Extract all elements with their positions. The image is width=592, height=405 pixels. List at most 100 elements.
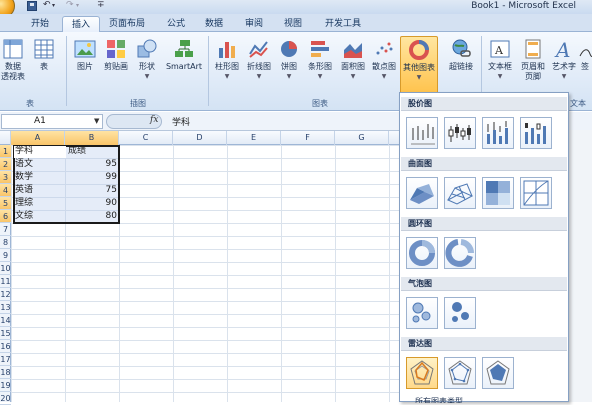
cell-a1[interactable]: 学科 — [15, 145, 33, 158]
name-box[interactable]: A1 — [1, 114, 103, 129]
row-header[interactable]: 5 — [0, 197, 11, 210]
text-box-button[interactable]: A 文本框 ▼ — [484, 36, 516, 94]
redo-dropdown-icon[interactable]: ▾ — [76, 2, 79, 9]
row-header[interactable]: 2 — [0, 158, 11, 171]
column-header[interactable]: B — [65, 131, 119, 145]
formula-input[interactable]: 学科 — [172, 115, 190, 128]
column-header[interactable]: F — [281, 131, 335, 145]
cell-score[interactable]: 90 — [65, 197, 117, 210]
tab-formulas[interactable]: 公式 — [158, 16, 194, 32]
pivot-table-button[interactable]: 数据 透视表 — [0, 36, 30, 94]
wordart-button[interactable]: A 艺术字 ▼ — [550, 36, 578, 94]
tab-view[interactable]: 视图 — [275, 16, 311, 32]
row-header[interactable]: 20 — [0, 392, 11, 405]
row-header[interactable]: 8 — [0, 236, 11, 249]
stock-chart-volume-ohlc[interactable] — [520, 117, 552, 149]
tab-insert[interactable]: 插入 — [62, 16, 101, 32]
stock-chart-volume-hlc[interactable] — [482, 117, 514, 149]
row-header[interactable]: 10 — [0, 262, 11, 275]
tab-page-layout[interactable]: 页面布局 — [100, 16, 154, 32]
chevron-down-icon: ▼ — [144, 73, 150, 80]
clip-art-button[interactable]: 剪贴画 — [100, 36, 132, 94]
radar-chart-markers[interactable] — [444, 357, 476, 389]
signature-button[interactable]: 签 — [578, 36, 592, 94]
insert-function-icon[interactable]: fx — [150, 115, 158, 125]
section-bubble: 气泡图 — [401, 277, 567, 291]
svg-text:A: A — [554, 38, 570, 60]
cell-score[interactable]: 99 — [65, 171, 117, 184]
stock-chart-hlc[interactable] — [406, 117, 438, 149]
tab-data[interactable]: 数据 — [196, 16, 232, 32]
tab-developer[interactable]: 开发工具 — [316, 16, 370, 32]
row-header[interactable]: 1 — [0, 145, 11, 158]
save-icon[interactable] — [27, 1, 37, 11]
smartart-button[interactable]: SmartArt — [162, 36, 206, 94]
row-header[interactable]: 16 — [0, 340, 11, 353]
cell-subject[interactable]: 理综 — [15, 197, 33, 210]
tab-home[interactable]: 开始 — [22, 16, 58, 32]
row-header[interactable]: 14 — [0, 314, 11, 327]
group-label-text: 文本 — [570, 99, 586, 108]
pie-chart-button[interactable]: 饼图 ▼ — [277, 36, 301, 94]
row-header[interactable]: 18 — [0, 366, 11, 379]
row-header[interactable]: 6 — [0, 210, 11, 223]
cell-b1[interactable]: 成绩 — [68, 145, 86, 158]
chevron-down-icon[interactable]: ▼ — [94, 117, 99, 125]
redo-icon[interactable]: ↷ — [66, 0, 74, 10]
row-header[interactable]: 11 — [0, 275, 11, 288]
surface-chart-contour[interactable] — [482, 177, 514, 209]
bubble-chart-3d[interactable] — [444, 297, 476, 329]
radar-chart[interactable] — [406, 357, 438, 389]
row-header[interactable]: 17 — [0, 353, 11, 366]
column-header[interactable]: E — [227, 131, 281, 145]
pie-chart-label: 饼图 — [281, 62, 297, 71]
column-chart-button[interactable]: 柱形图 ▼ — [212, 36, 242, 94]
doughnut-chart[interactable] — [406, 237, 438, 269]
cell-subject[interactable]: 英语 — [15, 184, 33, 197]
cell-score[interactable]: 95 — [65, 158, 117, 171]
cell-subject[interactable]: 语文 — [15, 158, 33, 171]
scatter-chart-button[interactable]: 散点图 ▼ — [369, 36, 399, 94]
row-header[interactable]: 13 — [0, 301, 11, 314]
row-header[interactable]: 9 — [0, 249, 11, 262]
row-header[interactable]: 7 — [0, 223, 11, 236]
row-header[interactable]: 3 — [0, 171, 11, 184]
line-chart-button[interactable]: 折线图 ▼ — [243, 36, 275, 94]
undo-icon[interactable]: ↶ — [43, 0, 51, 10]
column-chart-label: 柱形图 — [215, 62, 239, 71]
shapes-label: 形状 — [139, 62, 155, 71]
column-header[interactable]: G — [335, 131, 389, 145]
stock-chart-ohlc[interactable] — [444, 117, 476, 149]
exploded-doughnut-chart[interactable] — [444, 237, 476, 269]
select-all-corner[interactable] — [0, 131, 11, 145]
vertical-scrollbar[interactable] — [568, 130, 592, 402]
customize-quick-access-icon[interactable]: ∓ — [97, 0, 105, 10]
table-button[interactable]: 表 — [32, 36, 56, 94]
group-label-table: 表 — [26, 99, 34, 108]
tab-review[interactable]: 审阅 — [236, 16, 272, 32]
other-charts-button[interactable]: 其他图表 ▼ — [400, 36, 438, 94]
hyperlink-button[interactable]: 超链接 — [445, 36, 477, 94]
row-header[interactable]: 15 — [0, 327, 11, 340]
row-header[interactable]: 19 — [0, 379, 11, 392]
bar-chart-button[interactable]: 条形图 ▼ — [304, 36, 336, 94]
column-header[interactable]: A — [11, 131, 65, 145]
cell-score[interactable]: 75 — [65, 184, 117, 197]
column-header[interactable]: D — [173, 131, 227, 145]
undo-dropdown-icon[interactable]: ▾ — [52, 2, 55, 9]
column-header[interactable]: C — [119, 131, 173, 145]
cell-subject[interactable]: 数学 — [15, 171, 33, 184]
surface-chart-wireframe[interactable] — [444, 177, 476, 209]
filled-radar-chart[interactable] — [482, 357, 514, 389]
bubble-chart[interactable] — [406, 297, 438, 329]
header-footer-button[interactable]: 页眉和 页脚 — [517, 36, 549, 94]
cell-subject[interactable]: 文综 — [15, 210, 33, 223]
surface-chart-3d[interactable] — [406, 177, 438, 209]
row-header[interactable]: 12 — [0, 288, 11, 301]
row-header[interactable]: 4 — [0, 184, 11, 197]
picture-button[interactable]: 图片 — [72, 36, 98, 94]
cell-score[interactable]: 80 — [65, 210, 117, 223]
shapes-button[interactable]: 形状 ▼ — [134, 36, 160, 94]
surface-chart-wireframe-contour[interactable] — [520, 177, 552, 209]
area-chart-button[interactable]: 面积图 ▼ — [337, 36, 369, 94]
